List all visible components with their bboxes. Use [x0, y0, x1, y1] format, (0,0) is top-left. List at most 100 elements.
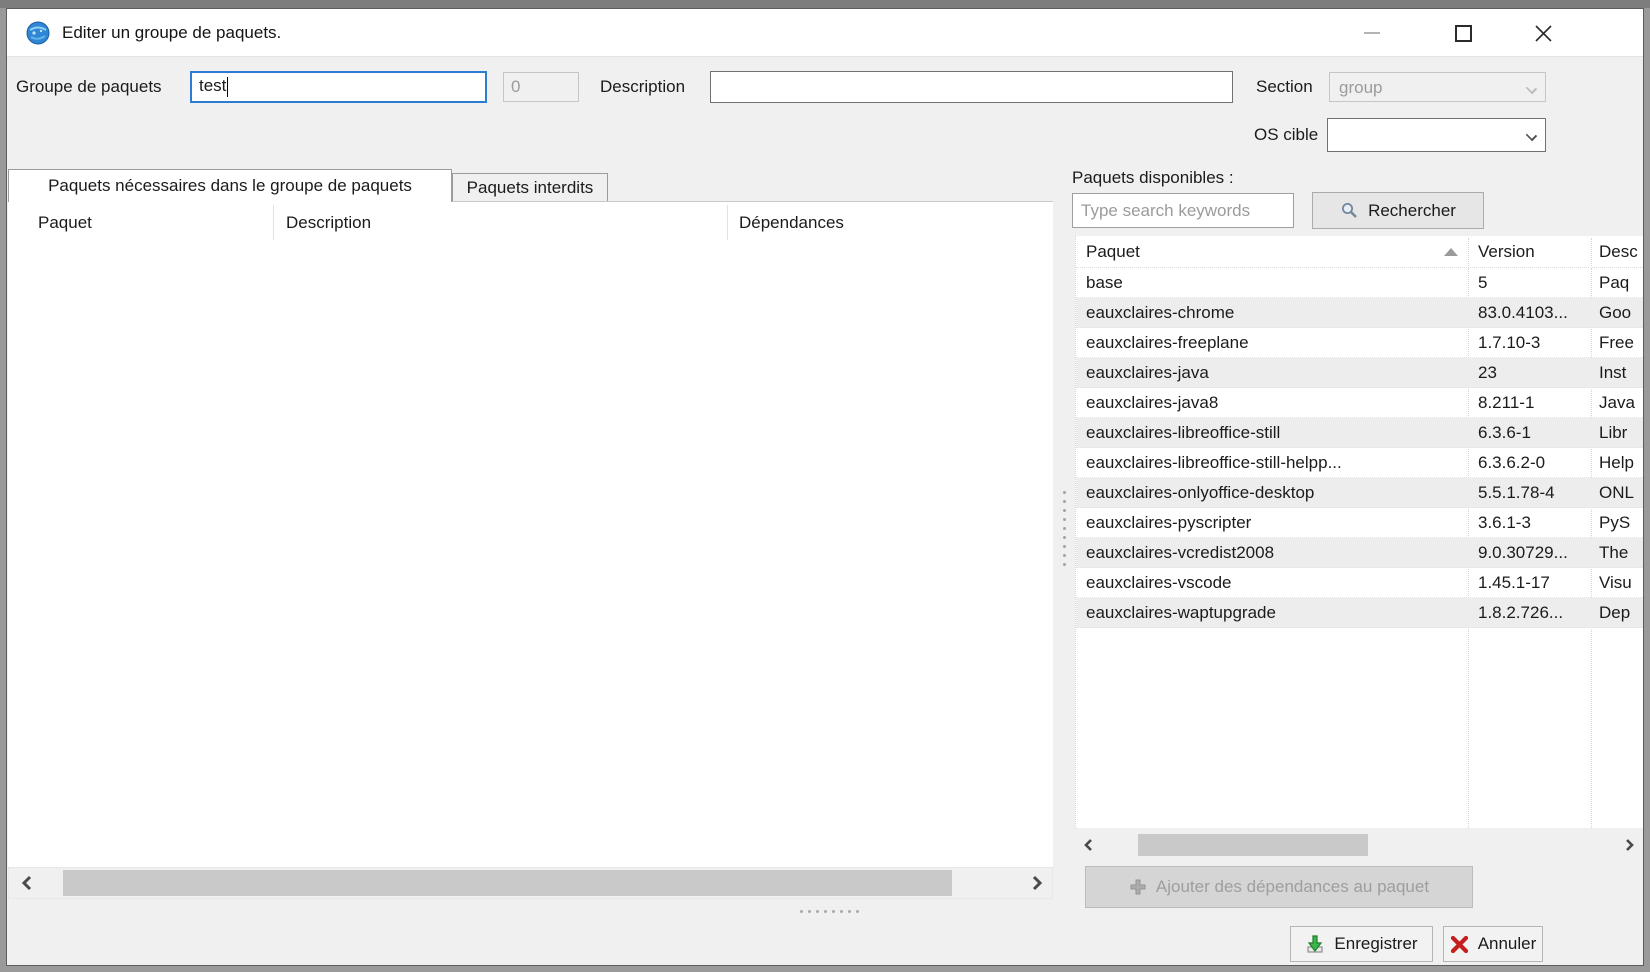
- minimize-icon[interactable]: [1344, 9, 1400, 57]
- text-caret: [227, 77, 228, 97]
- column-header-dependances[interactable]: Dépendances: [739, 202, 844, 243]
- window-frame-top: [0, 0, 1650, 8]
- cell-desc: PyS: [1599, 508, 1643, 538]
- cell-paquet: eauxclaires-waptupgrade: [1086, 598, 1438, 628]
- dialog-window: Editer un groupe de paquets. Groupe de p…: [6, 8, 1644, 966]
- client-area: Groupe de paquets test 0 Description Sec…: [7, 58, 1643, 965]
- cell-paquet: eauxclaires-chrome: [1086, 298, 1438, 328]
- cell-desc: Libr: [1599, 418, 1643, 448]
- cancel-button-label: Annuler: [1478, 934, 1537, 954]
- right-table-header: Paquet Version Desc: [1076, 236, 1643, 268]
- table-row[interactable]: eauxclaires-vcredist2008 9.0.30729... The: [1076, 538, 1643, 568]
- column-header-description[interactable]: Description: [286, 202, 371, 243]
- column-header-version[interactable]: Version: [1478, 236, 1535, 268]
- table-row[interactable]: eauxclaires-waptupgrade1.8.2.726...Dep: [1076, 598, 1643, 628]
- column-header-desc[interactable]: Desc: [1599, 236, 1638, 268]
- table-row[interactable]: eauxclaires-java 23 Inst: [1076, 358, 1643, 388]
- table-row[interactable]: eauxclaires-onlyoffice-desktop5.5.1.78-4…: [1076, 478, 1643, 508]
- cell-paquet: eauxclaires-freeplane: [1086, 328, 1438, 358]
- save-button[interactable]: Enregistrer: [1290, 926, 1433, 962]
- version-field: 0: [503, 72, 579, 102]
- cell-desc: Help: [1599, 448, 1643, 478]
- os-target-label: OS cible: [1254, 118, 1318, 152]
- horizontal-splitter-grip[interactable]: [800, 910, 859, 913]
- section-select: group: [1329, 72, 1546, 102]
- right-table-body: base 5 Paq eauxclaires-chrome 83.0.4103... Go…: [1076, 268, 1643, 828]
- column-separator[interactable]: [727, 205, 728, 240]
- column-separator[interactable]: [273, 205, 274, 240]
- cell-version: 1.45.1-17: [1478, 568, 1590, 598]
- cell-paquet: eauxclaires-vcredist2008: [1086, 538, 1438, 568]
- add-dependencies-label: Ajouter des dépendances au paquet: [1156, 877, 1429, 897]
- add-dependencies-button: Ajouter des dépendances au paquet: [1085, 866, 1473, 908]
- title-bar[interactable]: Editer un groupe de paquets.: [7, 9, 1643, 57]
- cancel-x-icon: [1450, 935, 1469, 954]
- maximize-icon[interactable]: [1435, 9, 1491, 57]
- group-name-input[interactable]: test: [190, 71, 487, 103]
- cell-version: 23: [1478, 358, 1590, 388]
- table-row[interactable]: base 5 Paq: [1076, 268, 1643, 298]
- table-row[interactable]: eauxclaires-java88.211-1Java: [1076, 388, 1643, 418]
- os-target-select[interactable]: [1327, 118, 1546, 152]
- cell-paquet: eauxclaires-libreoffice-still: [1086, 418, 1438, 448]
- window-title: Editer un groupe de paquets.: [62, 9, 281, 57]
- cell-version: 6.3.6-1: [1478, 418, 1590, 448]
- tab-paquets-interdits[interactable]: Paquets interdits: [452, 173, 608, 202]
- vertical-splitter-grip[interactable]: [1063, 491, 1066, 566]
- table-row[interactable]: eauxclaires-libreoffice-still-helpp...6.…: [1076, 448, 1643, 478]
- left-table-header: Paquet Description Dépendances: [8, 202, 1053, 243]
- scrollbar-thumb[interactable]: [63, 870, 952, 896]
- cell-paquet: base: [1086, 268, 1438, 298]
- cell-paquet: eauxclaires-libreoffice-still-helpp...: [1086, 448, 1438, 478]
- cell-version: 5.5.1.78-4: [1478, 478, 1590, 508]
- column-header-paquet[interactable]: Paquet: [38, 202, 92, 243]
- scroll-right-icon[interactable]: [1617, 832, 1643, 858]
- table-row[interactable]: eauxclaires-vscode 1.45.1-17 Visu: [1076, 568, 1643, 598]
- right-table-hscrollbar[interactable]: [1075, 832, 1643, 858]
- left-table-hscrollbar[interactable]: [8, 867, 1053, 899]
- cell-version: 3.6.1-3: [1478, 508, 1590, 538]
- cell-desc: Free: [1599, 328, 1643, 358]
- cell-version: 1.8.2.726...: [1478, 598, 1590, 628]
- scrollbar-thumb[interactable]: [1138, 834, 1368, 856]
- cell-paquet: eauxclaires-pyscripter: [1086, 508, 1438, 538]
- scroll-right-icon[interactable]: [1024, 868, 1050, 898]
- available-packages-table[interactable]: Paquet Version Desc base5Paqeauxclaires-…: [1075, 236, 1643, 828]
- group-packages-table[interactable]: Paquet Description Dépendances: [8, 201, 1053, 867]
- scroll-left-icon[interactable]: [13, 868, 39, 898]
- sort-ascending-icon: [1444, 248, 1458, 256]
- cell-paquet: eauxclaires-java8: [1086, 388, 1438, 418]
- cell-desc: Paq: [1599, 268, 1643, 298]
- cell-version: 9.0.30729...: [1478, 538, 1590, 568]
- save-button-label: Enregistrer: [1334, 934, 1417, 954]
- cell-desc: Goo: [1599, 298, 1643, 328]
- cancel-button[interactable]: Annuler: [1443, 926, 1543, 962]
- tab-paquets-necessaires[interactable]: Paquets nécessaires dans le groupe de pa…: [8, 169, 452, 202]
- close-icon[interactable]: [1515, 9, 1571, 57]
- table-row[interactable]: eauxclaires-chrome 83.0.4103... Goo: [1076, 298, 1643, 328]
- search-input[interactable]: [1072, 193, 1294, 228]
- column-header-paquet[interactable]: Paquet: [1086, 236, 1140, 268]
- table-row[interactable]: eauxclaires-freeplane1.7.10-3Free: [1076, 328, 1643, 358]
- search-button[interactable]: Rechercher: [1312, 192, 1484, 229]
- cell-paquet: eauxclaires-vscode: [1086, 568, 1438, 598]
- table-row[interactable]: eauxclaires-libreoffice-still 6.3.6-1 Libr: [1076, 418, 1643, 448]
- plus-icon: [1129, 878, 1147, 896]
- cell-desc: Inst: [1599, 358, 1643, 388]
- cell-desc: Visu: [1599, 568, 1643, 598]
- column-separator[interactable]: [1591, 238, 1592, 266]
- table-row[interactable]: eauxclaires-pyscripter 3.6.1-3 PyS: [1076, 508, 1643, 538]
- cell-version: 5: [1478, 268, 1590, 298]
- cell-desc: The: [1599, 538, 1643, 568]
- column-separator[interactable]: [1468, 238, 1469, 266]
- group-label: Groupe de paquets: [16, 71, 162, 103]
- magnifier-icon: [1340, 201, 1359, 220]
- cell-version: 83.0.4103...: [1478, 298, 1590, 328]
- cell-version: 8.211-1: [1478, 388, 1590, 418]
- description-label: Description: [600, 71, 685, 103]
- description-input[interactable]: [710, 71, 1233, 103]
- cell-paquet: eauxclaires-java: [1086, 358, 1438, 388]
- cell-desc: ONL: [1599, 478, 1643, 508]
- scroll-left-icon[interactable]: [1075, 832, 1101, 858]
- wapt-logo-icon: [26, 21, 50, 45]
